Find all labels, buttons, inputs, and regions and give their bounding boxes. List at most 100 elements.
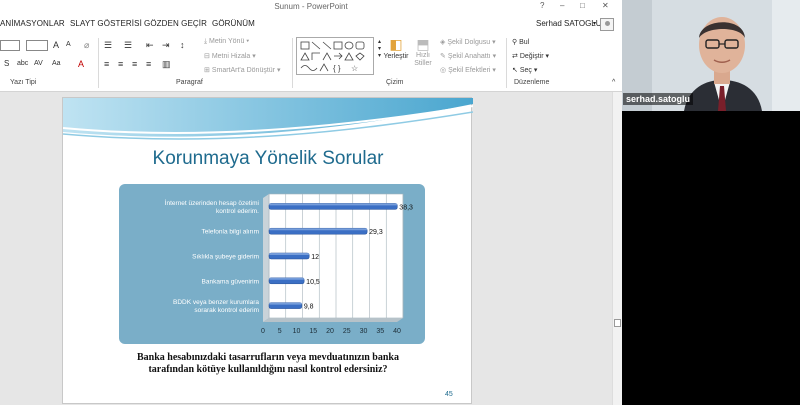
pen-icon: ✎: [440, 53, 448, 60]
shapes-gallery-icons: { } ☆: [300, 41, 365, 73]
svg-text:☆: ☆: [351, 64, 358, 73]
x-tick-label: 10: [293, 328, 301, 335]
clear-format-icon[interactable]: ⌀: [84, 40, 89, 51]
text-direction-button[interactable]: ⤓ Metin Yönü ▾: [204, 38, 249, 46]
vertical-scrollbar[interactable]: [612, 92, 622, 405]
category-label: Telefonla bilgi alırım: [202, 229, 259, 236]
x-tick-label: 5: [278, 328, 282, 335]
title-bar: Sunum - PowerPoint ? – □ ✕: [0, 0, 622, 14]
find-button[interactable]: ⚲ Bul: [512, 38, 529, 46]
user-avatar-icon[interactable]: [600, 18, 614, 31]
smartart-button[interactable]: ⊞ SmartArt'a Dönüştür ▾: [204, 66, 280, 74]
question-line-2: tarafından kötüye kullanıldığını nasıl k…: [148, 364, 388, 375]
slide-question[interactable]: Banka hesabınızdaki tasarrufların veya m…: [103, 352, 433, 376]
chevron-down-icon[interactable]: ▾: [593, 20, 596, 27]
align-left-icon[interactable]: ≡: [104, 59, 109, 69]
slide-header-wave: [63, 98, 473, 140]
shapes-scroll-icon[interactable]: ▴ ▾ ▾: [378, 38, 381, 59]
x-tick-label: 30: [360, 328, 368, 335]
tab-gorunum[interactable]: GÖRÜNÜM: [212, 19, 255, 28]
category-label: İnternet üzerinden hesap özetimi: [165, 198, 259, 207]
columns-icon[interactable]: ▥: [162, 59, 171, 70]
bar-value-label: 29,3: [369, 229, 383, 236]
category-label: Sıklıkla şubeye giderim: [192, 254, 259, 261]
category-label: BDDK veya benzer kurumlara: [173, 299, 259, 306]
slide[interactable]: Korunmaya Yönelik Sorular İnternet üzeri…: [62, 97, 473, 404]
group-label-drawing: Çizim: [386, 79, 404, 86]
minimize-button[interactable]: –: [560, 1, 564, 10]
close-button[interactable]: ✕: [602, 1, 609, 10]
chart-panel[interactable]: İnternet üzerinden hesap özetimi kontrol …: [119, 184, 425, 344]
x-tick-label: 40: [393, 328, 401, 335]
category-label: kontrol ederim.: [216, 208, 259, 215]
char-spacing-button[interactable]: AV: [34, 60, 43, 67]
help-button[interactable]: ?: [540, 1, 544, 10]
smartart-icon: ⊞: [204, 67, 212, 74]
increase-indent-icon[interactable]: ⇥: [162, 40, 170, 51]
replace-icon: ⇄: [512, 53, 520, 60]
ribbon: A A ⌀ S abc AV Aa A Yazı Tipi ☰ ☰ ⇤ ⇥ ↕ …: [0, 34, 622, 92]
slide-title[interactable]: Korunmaya Yönelik Sorular: [63, 148, 473, 170]
align-center-icon[interactable]: ≡: [118, 59, 123, 69]
bullets-icon[interactable]: ☰: [104, 40, 112, 51]
group-label-editing: Düzenleme: [514, 79, 550, 86]
x-tick-label: 25: [343, 328, 351, 335]
collapse-ribbon-icon[interactable]: ^: [612, 79, 615, 86]
user-name[interactable]: Serhad SATOGLU: [536, 19, 602, 28]
shrink-font-icon[interactable]: A: [66, 41, 71, 48]
select-button[interactable]: ↖ Seç ▾: [512, 66, 537, 74]
font-color-icon[interactable]: A: [78, 59, 84, 69]
shape-fill-button[interactable]: ◈ Şekil Dolgusu ▾: [440, 38, 496, 46]
shape-effects-button[interactable]: ◎ Şekil Efektleri ▾: [440, 66, 496, 74]
align-text-icon: ⊟: [204, 53, 212, 60]
maximize-button[interactable]: □: [580, 1, 585, 10]
tab-animasyonlar[interactable]: ANİMASYONLAR: [0, 19, 65, 28]
slide-page-number: 45: [445, 391, 453, 398]
powerpoint-window: Sunum - PowerPoint ? – □ ✕ ANİMASYONLAR …: [0, 0, 622, 405]
replace-button[interactable]: ⇄ Değiştir ▾: [512, 52, 549, 60]
bar-value-label: 38,3: [399, 204, 413, 211]
x-tick-label: 35: [376, 328, 384, 335]
change-case-button[interactable]: Aa: [52, 60, 61, 67]
quick-styles-button[interactable]: ⬒ Hızlı Stiller: [410, 36, 436, 68]
tab-gozden-gecir[interactable]: GÖZDEN GEÇİR: [144, 19, 207, 28]
x-tick-label: 15: [309, 328, 317, 335]
bar-highlight: [269, 228, 368, 231]
ribbon-tabs: ANİMASYONLAR SLAYT GÖSTERİSİ GÖZDEN GEÇİ…: [0, 14, 622, 34]
font-size-combo[interactable]: [26, 40, 48, 51]
shape-outline-button[interactable]: ✎ Şekil Anahattı ▾: [440, 52, 496, 60]
decrease-indent-icon[interactable]: ⇤: [146, 40, 154, 51]
plot-side-wall: [263, 194, 269, 322]
category-label: sorarak kontrol ederim: [194, 307, 259, 314]
group-separator: [506, 38, 507, 88]
bar-highlight: [269, 277, 305, 280]
group-label-paragraph: Paragraf: [176, 79, 203, 86]
shapes-gallery[interactable]: { } ☆: [296, 37, 374, 75]
bar-highlight: [269, 302, 302, 305]
align-right-icon[interactable]: ≡: [132, 59, 137, 69]
empty-video-area: [622, 111, 800, 405]
group-label-font: Yazı Tipi: [10, 79, 37, 86]
tab-slayt-gosterisi[interactable]: SLAYT GÖSTERİSİ: [70, 19, 142, 28]
justify-icon[interactable]: ≡: [146, 59, 151, 69]
grow-font-icon[interactable]: A: [53, 40, 59, 50]
window-title: Sunum - PowerPoint: [274, 2, 348, 11]
bar-chart: İnternet üzerinden hesap özetimikontrol …: [165, 193, 413, 335]
webcam-name-label: serhad.satoglu: [623, 93, 694, 105]
chart-categories: İnternet üzerinden hesap özetimikontrol …: [165, 198, 260, 314]
scrollbar-thumb[interactable]: [614, 319, 621, 327]
arrange-button[interactable]: ◧ Yerleştir: [383, 36, 409, 60]
strikethrough-button[interactable]: S: [4, 59, 9, 68]
numbering-icon[interactable]: ☰: [124, 40, 132, 51]
shadow-button[interactable]: abc: [17, 60, 28, 67]
arrange-icon: ◧: [389, 36, 403, 52]
cursor-icon: ↖: [512, 67, 520, 74]
font-name-combo[interactable]: [0, 40, 20, 51]
bar-value-label: 12: [311, 254, 319, 261]
line-spacing-icon[interactable]: ↕: [180, 40, 185, 50]
bar-highlight: [269, 203, 398, 206]
bar-value-label: 9,8: [304, 304, 314, 311]
group-separator: [292, 38, 293, 88]
align-text-button[interactable]: ⊟ Metni Hizala ▾: [204, 52, 256, 60]
x-tick-label: 0: [261, 328, 265, 335]
